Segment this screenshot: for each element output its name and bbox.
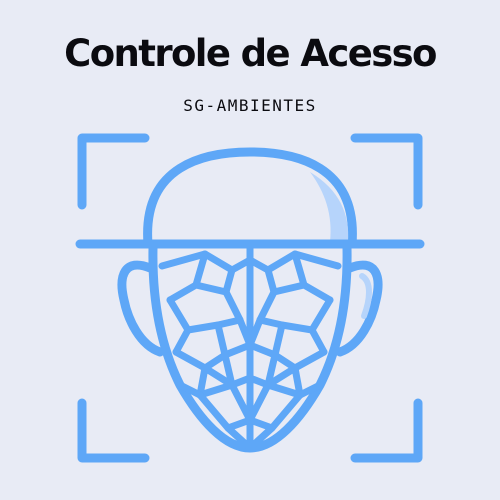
corner-bracket-top-right [350,133,423,210]
corner-bracket-top-left [77,133,150,210]
corner-bracket-bottom-left [77,398,150,463]
face-scan-icon [75,133,425,463]
head-outline [143,147,357,245]
face-mesh [158,244,342,452]
logo-canvas: Controle de Acesso SG-AMBIENTES [0,0,500,500]
corner-bracket-bottom-right [350,398,423,463]
